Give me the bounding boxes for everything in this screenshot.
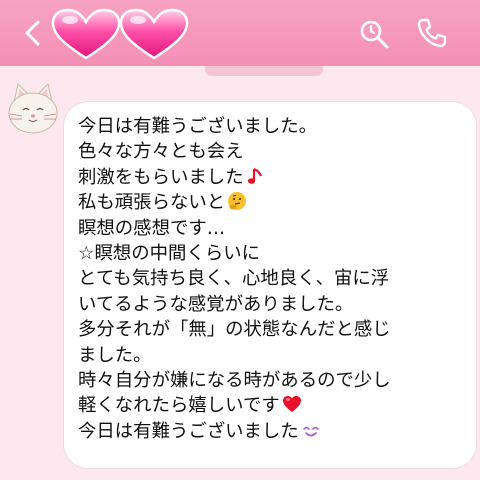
message-line: 今日は有難うございました。: [78, 116, 318, 137]
message-line: いてるような感覚がありました。: [78, 293, 354, 315]
search-icon[interactable]: [358, 18, 390, 50]
phone-icon[interactable]: [416, 17, 448, 49]
chat-header: [0, 0, 480, 66]
message-line: とても気持ち良く、心地良く、宙に浮: [78, 268, 390, 290]
double-pink-heart-icon: [51, 8, 189, 60]
message-line: 瞑想の感想です…: [78, 217, 226, 239]
message-line: ました。: [78, 344, 152, 366]
message-line: 色々な方々とも会え: [78, 141, 244, 163]
white-cat-avatar-icon[interactable]: [4, 80, 62, 138]
message-text: 今日は有難うございました。 色々な方々とも会え 刺激をもらいました 私も頑張らな…: [78, 114, 474, 444]
message-line: 軽くなれたら嬉しいです: [78, 393, 474, 418]
message-line: 今日は有難うございました: [78, 419, 474, 444]
header-tab-notch: [205, 66, 323, 76]
message-line: 私も頑張らないと: [78, 190, 474, 215]
message-line: 刺激をもらいました: [78, 165, 474, 190]
message-line: 多分それが「無」の状態なんだと感じ: [78, 319, 391, 341]
message-line: ☆瞑想の中間くらいに: [78, 243, 261, 265]
smiling-eyes-icon: [302, 426, 319, 437]
thinking-face-icon: [228, 192, 247, 211]
red-music-note-icon: [247, 167, 262, 184]
chevron-left-icon[interactable]: [22, 20, 44, 46]
red-heart-icon: [282, 396, 301, 413]
message-line: 時々自分が嫌になる時があるので少し: [78, 370, 391, 392]
